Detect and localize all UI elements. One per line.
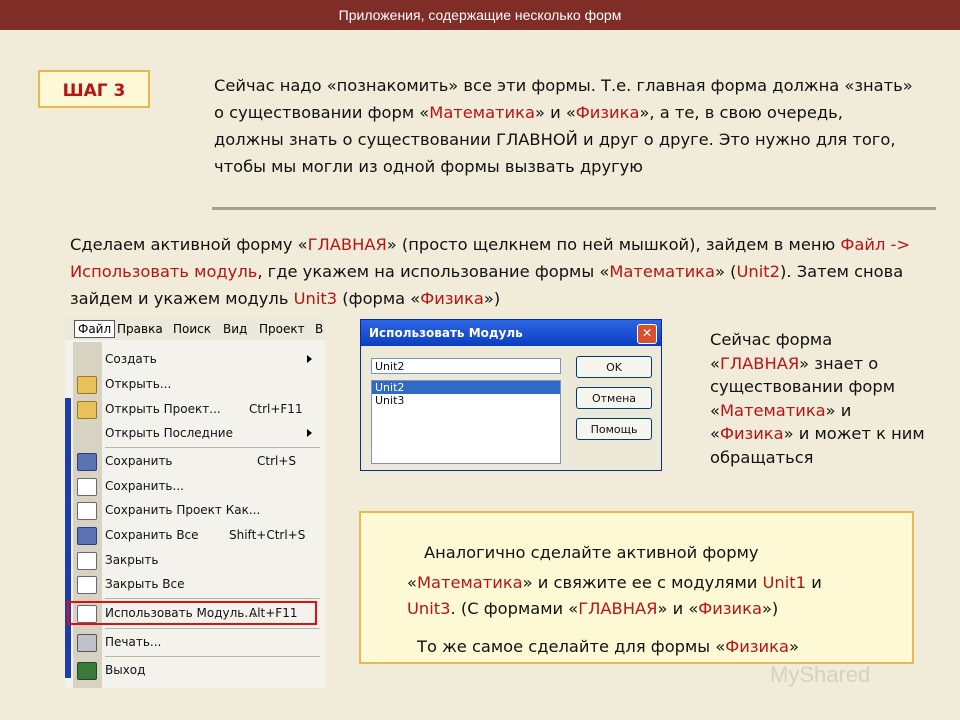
- save-as-icon: [77, 478, 97, 496]
- task-line-2: «Математика» и свяжите ее с модулями Uni…: [407, 571, 822, 595]
- menu-separator: [105, 656, 320, 657]
- text-segment: »): [761, 599, 779, 618]
- text-segment: »: [788, 637, 799, 656]
- task-line-4: То же самое сделайте для формы «Физика»: [417, 635, 799, 659]
- close-icon: [77, 552, 97, 570]
- help-button[interactable]: Помощь: [576, 418, 652, 440]
- side-note: Сейчас форма «ГЛАВНАЯ» знает о существов…: [710, 328, 925, 469]
- text-segment: » и «: [657, 599, 699, 618]
- highlighted-term: Unit1: [762, 573, 807, 592]
- use-unit-icon: [77, 605, 97, 623]
- exit-icon: [77, 662, 97, 680]
- highlighted-term: Математика: [429, 103, 535, 122]
- save-project-icon: [77, 502, 97, 520]
- highlighted-term: Unit3: [407, 599, 451, 618]
- highlighted-term: Математика: [609, 262, 715, 281]
- close-icon[interactable]: ✕: [637, 324, 657, 344]
- highlighted-term: Физика: [725, 637, 789, 656]
- menu-bar-edit[interactable]: Правка: [117, 322, 163, 336]
- menu-bar: Файл Правка Поиск Вид Проект В: [65, 318, 325, 340]
- menu-bar-file[interactable]: Файл: [74, 320, 116, 338]
- unit-list-item[interactable]: Unit2: [372, 381, 560, 394]
- highlighted-term: Физика: [420, 289, 484, 308]
- text-segment: То же самое сделайте для формы «: [417, 637, 726, 656]
- highlighted-term: ГЛАВНАЯ: [719, 353, 800, 373]
- window-edge: [65, 398, 71, 678]
- submenu-arrow-icon: [307, 429, 312, 437]
- menu-bar-view[interactable]: Вид: [223, 322, 247, 336]
- instruction-paragraph: Сделаем активной форму «ГЛАВНАЯ» (просто…: [70, 231, 950, 312]
- dialog-title-bar: Использовать Модуль: [361, 320, 661, 346]
- menu-bar-search[interactable]: Поиск: [173, 322, 211, 336]
- save-all-icon: [77, 527, 97, 545]
- watermark: MyShared: [770, 662, 871, 687]
- text-segment: и: [806, 573, 822, 592]
- intro-paragraph: Сейчас надо «познакомить» все эти формы.…: [214, 72, 914, 180]
- cancel-button[interactable]: Отмена: [576, 387, 652, 409]
- text-segment: Сделаем активной форму «: [70, 235, 308, 254]
- text-segment: . (С формами «: [450, 599, 579, 618]
- highlighted-term: Unit2: [736, 262, 780, 281]
- text-segment: »): [483, 289, 501, 308]
- slide-title: Приложения, содержащие несколько форм: [338, 7, 622, 23]
- task-box: Аналогично сделайте активной форму «Мате…: [359, 511, 914, 664]
- file-menu-screenshot: Файл Правка Поиск Вид Проект В Создать О…: [65, 318, 325, 688]
- text-segment: » и «: [534, 103, 576, 122]
- close-all-icon: [77, 576, 97, 594]
- menu-separator: [105, 598, 320, 599]
- text-segment: (форма «: [337, 289, 421, 308]
- highlighted-term: Физика: [719, 424, 784, 443]
- highlighted-term: ГЛАВНАЯ: [578, 599, 658, 618]
- dialog-title: Использовать Модуль: [369, 326, 523, 340]
- text-segment: » (просто щелкнем по ней мышкой), зайдем…: [386, 235, 841, 254]
- highlighted-term: ГЛАВНАЯ: [307, 235, 387, 254]
- menu-bar-more[interactable]: В: [315, 322, 323, 336]
- task-line-3: Unit3. (С формами «ГЛАВНАЯ» и «Физика»): [407, 597, 778, 621]
- highlighted-term: Математика: [416, 573, 523, 592]
- ok-button[interactable]: OK: [576, 356, 652, 378]
- text-segment: «: [407, 573, 417, 592]
- slide-header: Приложения, содержащие несколько форм: [0, 0, 960, 30]
- save-icon: [77, 453, 97, 471]
- text-segment: » (: [714, 262, 737, 281]
- highlighted-term: Физика: [698, 599, 762, 618]
- text-segment: » и свяжите ее с модулями: [522, 573, 763, 592]
- step-badge: ШАГ 3: [38, 70, 150, 108]
- unit-list-item[interactable]: Unit3: [372, 394, 560, 407]
- open-project-icon: [77, 401, 97, 419]
- open-icon: [77, 376, 97, 394]
- highlighted-term: Математика: [719, 400, 826, 420]
- highlighted-term: Unit3: [293, 289, 338, 308]
- divider: [212, 207, 936, 210]
- menu-bar-project[interactable]: Проект: [259, 322, 305, 336]
- task-line-1: Аналогично сделайте активной форму: [424, 543, 759, 562]
- menu-separator: [105, 628, 320, 629]
- print-icon: [77, 634, 97, 652]
- highlighted-term: Физика: [575, 103, 640, 122]
- submenu-arrow-icon: [307, 355, 312, 363]
- unit-list[interactable]: Unit2 Unit3: [371, 380, 561, 464]
- use-unit-dialog: Использовать Модуль ✕ Unit2 Unit2 Unit3 …: [360, 319, 662, 471]
- unit-name-input[interactable]: Unit2: [371, 358, 561, 374]
- text-segment: , где укажем на использование формы «: [257, 262, 610, 281]
- menu-separator: [105, 447, 320, 448]
